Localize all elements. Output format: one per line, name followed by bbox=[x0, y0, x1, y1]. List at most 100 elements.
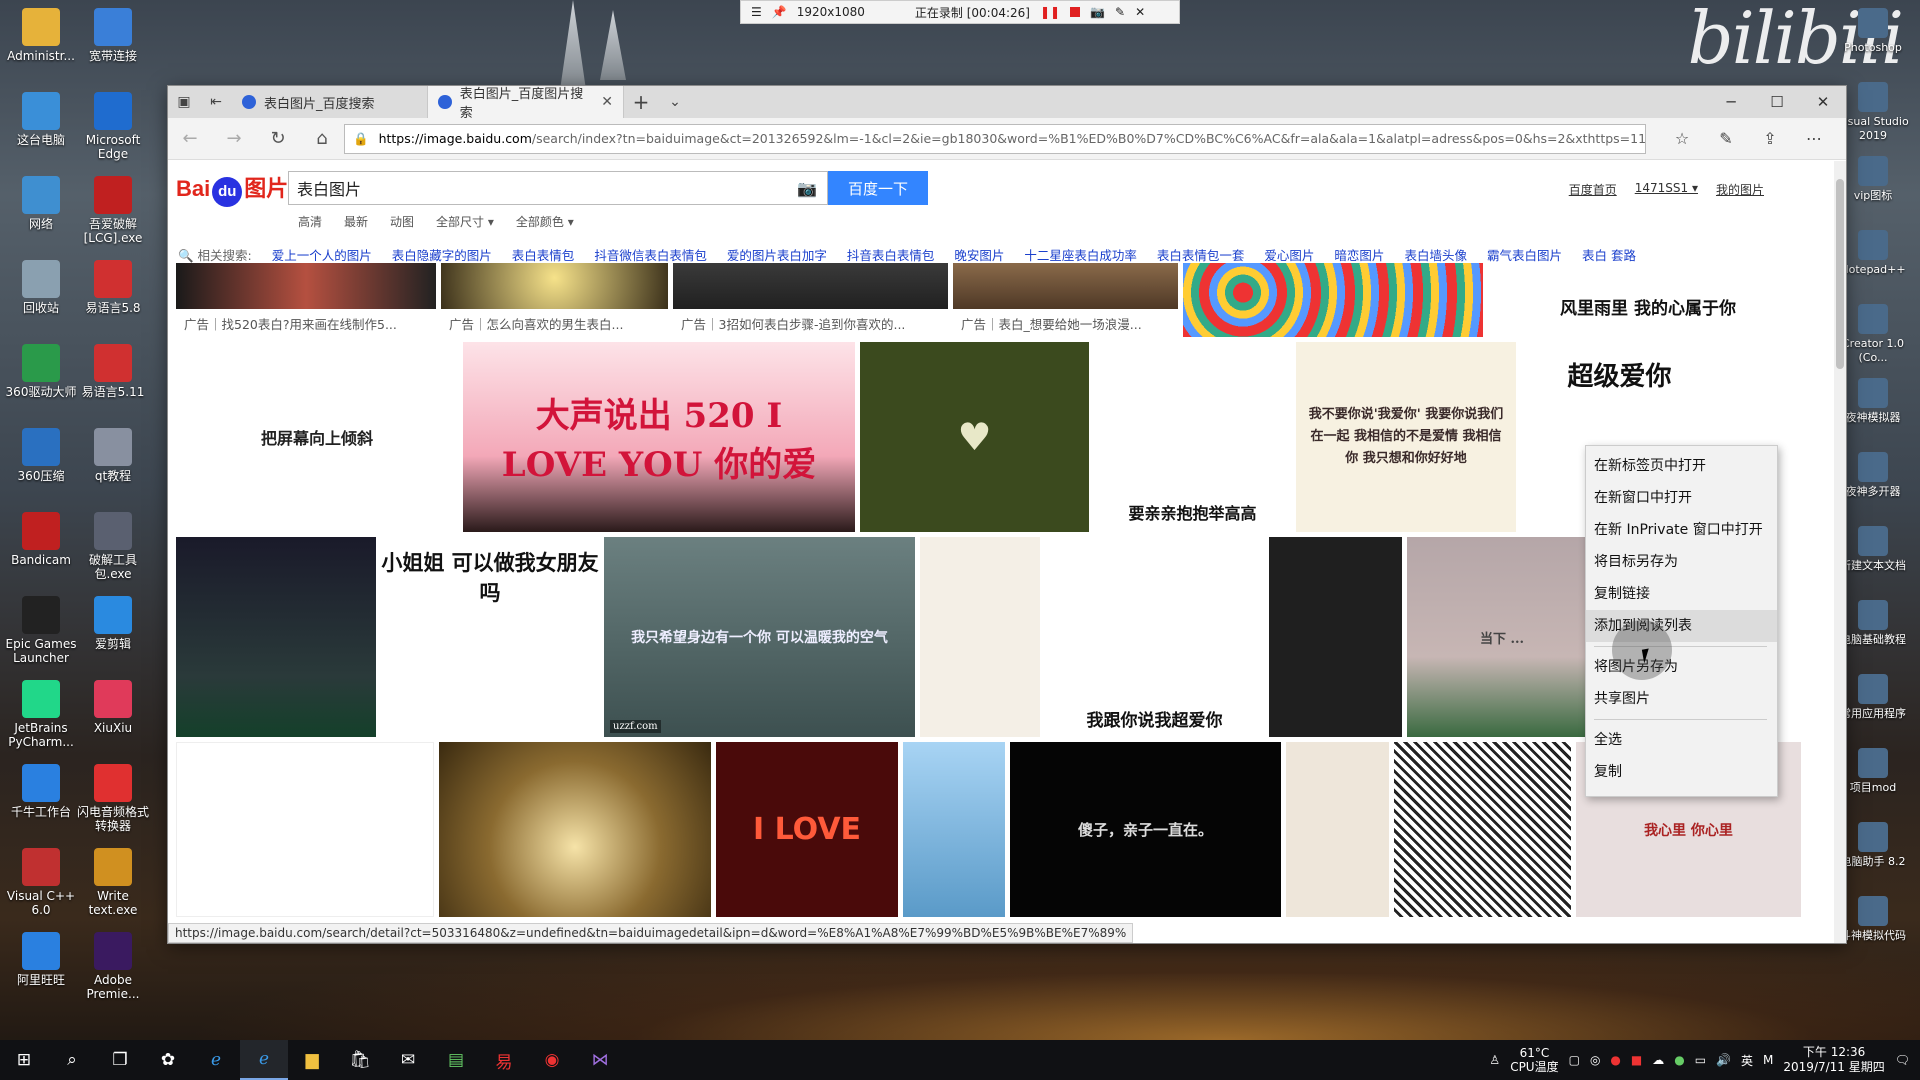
visual-studio-icon[interactable]: ⋈ bbox=[576, 1040, 624, 1080]
related-search-link[interactable]: 暗恋图片 bbox=[1334, 245, 1384, 264]
pen-icon[interactable]: ✎ bbox=[1115, 5, 1125, 19]
close-window-icon[interactable]: ✕ bbox=[1800, 86, 1846, 118]
link-my-images[interactable]: 我的图片 bbox=[1716, 181, 1764, 198]
related-search-link[interactable]: 霸气表白图片 bbox=[1487, 245, 1562, 264]
ad-caption[interactable]: 广告｜找520表白?用来画在线制作5... bbox=[176, 309, 436, 337]
ad-image[interactable]: 广告｜表白_想要给她一场浪漫... bbox=[953, 263, 1178, 337]
filter-size[interactable]: 全部尺寸 ▾ bbox=[436, 213, 494, 230]
image-thumb[interactable]: 要亲亲抱抱举高高 bbox=[1094, 342, 1291, 532]
maximize-icon[interactable]: ☐ bbox=[1754, 86, 1800, 118]
link-user[interactable]: 1471SS1 ▾ bbox=[1635, 181, 1698, 198]
baidu-logo[interactable]: Bai du 图片 bbox=[176, 171, 288, 207]
context-menu-item[interactable]: 全选 bbox=[1586, 724, 1777, 756]
ad-image[interactable]: 广告｜找520表白?用来画在线制作5... bbox=[176, 263, 436, 337]
desktop-shortcut[interactable]: 易语言5.8 bbox=[74, 260, 152, 315]
desktop-shortcut[interactable]: 网络 bbox=[2, 176, 80, 231]
desktop-shortcut[interactable]: Epic Games Launcher bbox=[2, 596, 80, 665]
desktop-shortcut[interactable]: 吾爱破解[LCG].exe bbox=[74, 176, 152, 245]
desktop-shortcut[interactable]: Photoshop bbox=[1830, 8, 1916, 55]
notification-icon[interactable]: 🗨 bbox=[1895, 1053, 1910, 1067]
tab-list-chevron-icon[interactable]: ⌄ bbox=[658, 86, 692, 118]
desktop-shortcut[interactable]: 闪电音频格式转换器 bbox=[74, 764, 152, 833]
pause-icon[interactable]: ❚❚ bbox=[1040, 5, 1060, 19]
page-scrollbar[interactable] bbox=[1834, 161, 1846, 943]
tray-app-icon[interactable]: ▢ bbox=[1569, 1053, 1580, 1067]
qr-code-image[interactable] bbox=[1394, 742, 1571, 917]
network-icon[interactable]: ▭ bbox=[1695, 1053, 1706, 1067]
related-search-link[interactable]: 爱心图片 bbox=[1264, 245, 1314, 264]
context-menu-item[interactable]: 在新 InPrivate 窗口中打开 bbox=[1586, 514, 1777, 546]
image-thumb[interactable] bbox=[920, 537, 1040, 737]
search-input[interactable]: 表白图片 📷 bbox=[288, 171, 828, 205]
set-aside-tabs-icon[interactable]: ⇤ bbox=[200, 86, 232, 118]
address-bar[interactable]: 🔒 https://image.baidu.com/search/index?t… bbox=[344, 123, 1646, 154]
camera-icon[interactable]: 📷 bbox=[1090, 5, 1105, 19]
close-icon[interactable]: ✕ bbox=[1135, 5, 1145, 19]
desktop-shortcut[interactable]: Microsoft Edge bbox=[74, 92, 152, 161]
ime-indicator[interactable]: 英 bbox=[1741, 1052, 1753, 1069]
tray-app-icon[interactable]: ◎ bbox=[1590, 1053, 1600, 1067]
share-icon[interactable]: ⇪ bbox=[1748, 129, 1792, 148]
related-search-link[interactable]: 抖音表白表情包 bbox=[847, 245, 935, 264]
menu-icon[interactable]: ☰ bbox=[751, 5, 762, 19]
image-thumb[interactable]: ♥ bbox=[860, 342, 1089, 532]
tab-preview-icon[interactable]: ▣ bbox=[168, 86, 200, 118]
e-language-icon[interactable]: 易 bbox=[480, 1040, 528, 1080]
related-search-link[interactable]: 表白墙头像 bbox=[1404, 245, 1467, 264]
ad-caption[interactable]: 广告｜3招如何表白步骤-追到你喜欢的... bbox=[673, 309, 948, 337]
new-tab-icon[interactable]: + bbox=[624, 86, 658, 118]
volume-icon[interactable]: 🔊 bbox=[1716, 1053, 1731, 1067]
desktop-shortcut[interactable]: 宽带连接 bbox=[74, 8, 152, 63]
related-search-link[interactable]: 表白隐藏字的图片 bbox=[392, 245, 492, 264]
filter-animated[interactable]: 动图 bbox=[390, 213, 414, 230]
related-search-link[interactable]: 晚安图片 bbox=[954, 245, 1004, 264]
context-menu-item[interactable]: 复制链接 bbox=[1586, 578, 1777, 610]
clock[interactable]: 下午 12:36 2019/7/11 星期四 bbox=[1783, 1045, 1884, 1075]
image-thumb[interactable]: 大声说出 520 I LOVE YOU 你的爱 bbox=[463, 342, 855, 532]
related-search-link[interactable]: 抖音微信表白表情包 bbox=[594, 245, 707, 264]
stop-icon[interactable] bbox=[1070, 7, 1081, 17]
refresh-icon[interactable]: ↻ bbox=[256, 128, 300, 149]
image-thumb[interactable] bbox=[439, 742, 711, 917]
desktop-shortcut[interactable]: JetBrains PyCharm... bbox=[2, 680, 80, 749]
desktop-shortcut[interactable]: Adobe Premie... bbox=[74, 932, 152, 1001]
camera-search-icon[interactable]: 📷 bbox=[797, 179, 817, 198]
image-thumb[interactable] bbox=[176, 537, 376, 737]
tab-baidu-search[interactable]: 表白图片_百度搜索 bbox=[232, 86, 428, 118]
filter-hd[interactable]: 高清 bbox=[298, 213, 322, 230]
image-thumb[interactable]: 我不要你说'我爱你' 我要你说我们在一起 我相信的不是爱情 我相信你 我只想和你… bbox=[1296, 342, 1516, 532]
ie-icon[interactable]: ℯ bbox=[192, 1040, 240, 1080]
tray-app-icon[interactable]: ■ bbox=[1631, 1053, 1642, 1067]
desktop-shortcut[interactable]: 易语言5.11 bbox=[74, 344, 152, 399]
tab-baidu-image-search[interactable]: 表白图片_百度图片搜索 ✕ bbox=[428, 86, 624, 121]
tray-app-icon[interactable]: ☁ bbox=[1652, 1053, 1664, 1067]
image-thumb[interactable]: 风里雨里 我的心属于你 bbox=[1488, 263, 1808, 337]
context-menu-item[interactable]: 将目标另存为 bbox=[1586, 546, 1777, 578]
image-thumb[interactable] bbox=[903, 742, 1005, 917]
ad-caption[interactable]: 广告｜表白_想要给她一场浪漫... bbox=[953, 309, 1178, 337]
image-thumb[interactable]: 我只希望身边有一个你 可以温暖我的空气 uzzf.com bbox=[604, 537, 915, 737]
filter-latest[interactable]: 最新 bbox=[344, 213, 368, 230]
forward-icon[interactable]: → bbox=[212, 128, 256, 149]
mail-icon[interactable]: ✉ bbox=[384, 1040, 432, 1080]
image-thumb[interactable] bbox=[1269, 537, 1402, 737]
scrollbar-thumb[interactable] bbox=[1836, 179, 1844, 369]
image-thumb[interactable]: 傻子，亲子一直在。 bbox=[1010, 742, 1281, 917]
ime-mode-icon[interactable]: M bbox=[1763, 1053, 1773, 1067]
file-explorer-icon[interactable]: ▆ bbox=[288, 1040, 336, 1080]
desktop-shortcut[interactable]: Visual C++ 6.0 bbox=[2, 848, 80, 917]
desktop-shortcut[interactable]: XiuXiu bbox=[74, 680, 152, 735]
desktop-shortcut[interactable]: 360压缩 bbox=[2, 428, 80, 483]
recorder-icon[interactable]: ◉ bbox=[528, 1040, 576, 1080]
context-menu-item[interactable]: 复制 bbox=[1586, 756, 1777, 788]
related-search-link[interactable]: 表白表情包 bbox=[512, 245, 575, 264]
ad-image[interactable]: 广告｜3招如何表白步骤-追到你喜欢的... bbox=[673, 263, 948, 337]
desktop-shortcut[interactable]: Administr... bbox=[2, 8, 80, 63]
desktop-shortcut[interactable]: 破解工具包.exe bbox=[74, 512, 152, 581]
related-search-link[interactable]: 爱上一个人的图片 bbox=[272, 245, 372, 264]
notepad-icon[interactable]: ▤ bbox=[432, 1040, 480, 1080]
favorites-icon[interactable]: ☆ bbox=[1660, 129, 1704, 148]
search-button[interactable]: 百度一下 bbox=[828, 171, 928, 205]
desktop-shortcut[interactable]: 千牛工作台 bbox=[2, 764, 80, 819]
hearts-image[interactable] bbox=[1183, 263, 1483, 337]
